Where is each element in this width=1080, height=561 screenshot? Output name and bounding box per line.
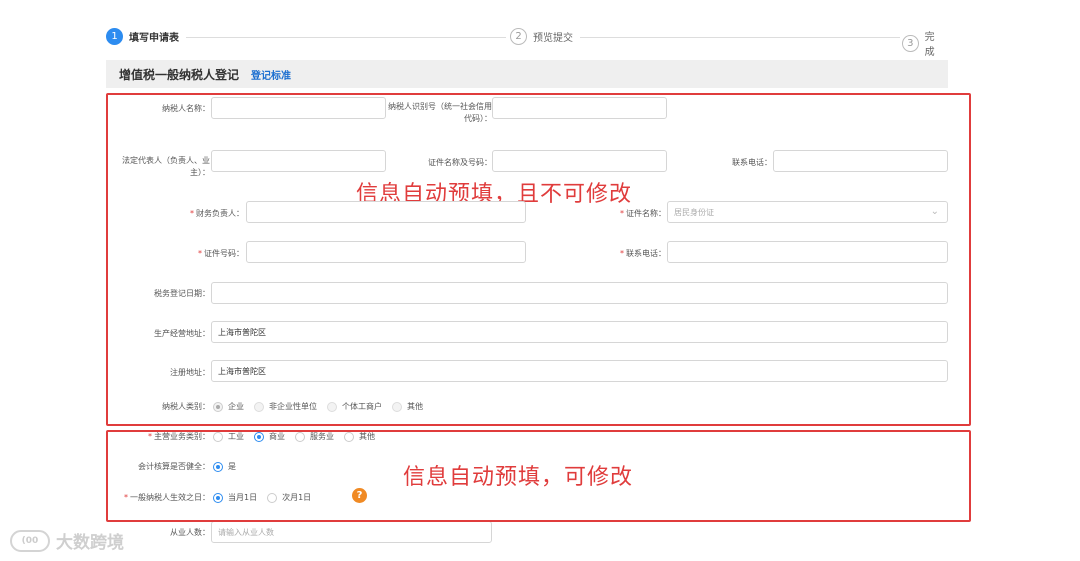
- progress-steps: 1 填写申请表 2 预览提交 3 完成: [106, 28, 948, 58]
- step-number: 2: [510, 28, 527, 45]
- watermark-logo-icon: (00: [10, 529, 50, 552]
- step-3: 3 完成: [902, 28, 948, 58]
- watermark-text: 大数跨境: [56, 533, 124, 553]
- annotation-box-locked: [106, 93, 971, 426]
- step-number: 1: [106, 28, 123, 45]
- step-label: 预览提交: [533, 33, 573, 44]
- step-connector: [186, 37, 506, 38]
- step-number: 3: [902, 34, 919, 52]
- registration-standard-link[interactable]: 登记标准: [251, 67, 291, 82]
- watermark: (00 大数跨境: [10, 528, 124, 553]
- employees-input[interactable]: 请输入从业人数: [211, 521, 492, 543]
- step-connector: [580, 37, 900, 38]
- annotation-box-editable: [106, 430, 971, 522]
- section-title: 增值税一般纳税人登记: [119, 67, 240, 82]
- step-2: 2 预览提交: [510, 28, 577, 45]
- step-label: 完成: [924, 32, 935, 58]
- step-1: 1 填写申请表: [106, 28, 183, 45]
- step-label: 填写申请表: [129, 33, 179, 44]
- section-header: 增值税一般纳税人登记 登记标准: [106, 60, 948, 88]
